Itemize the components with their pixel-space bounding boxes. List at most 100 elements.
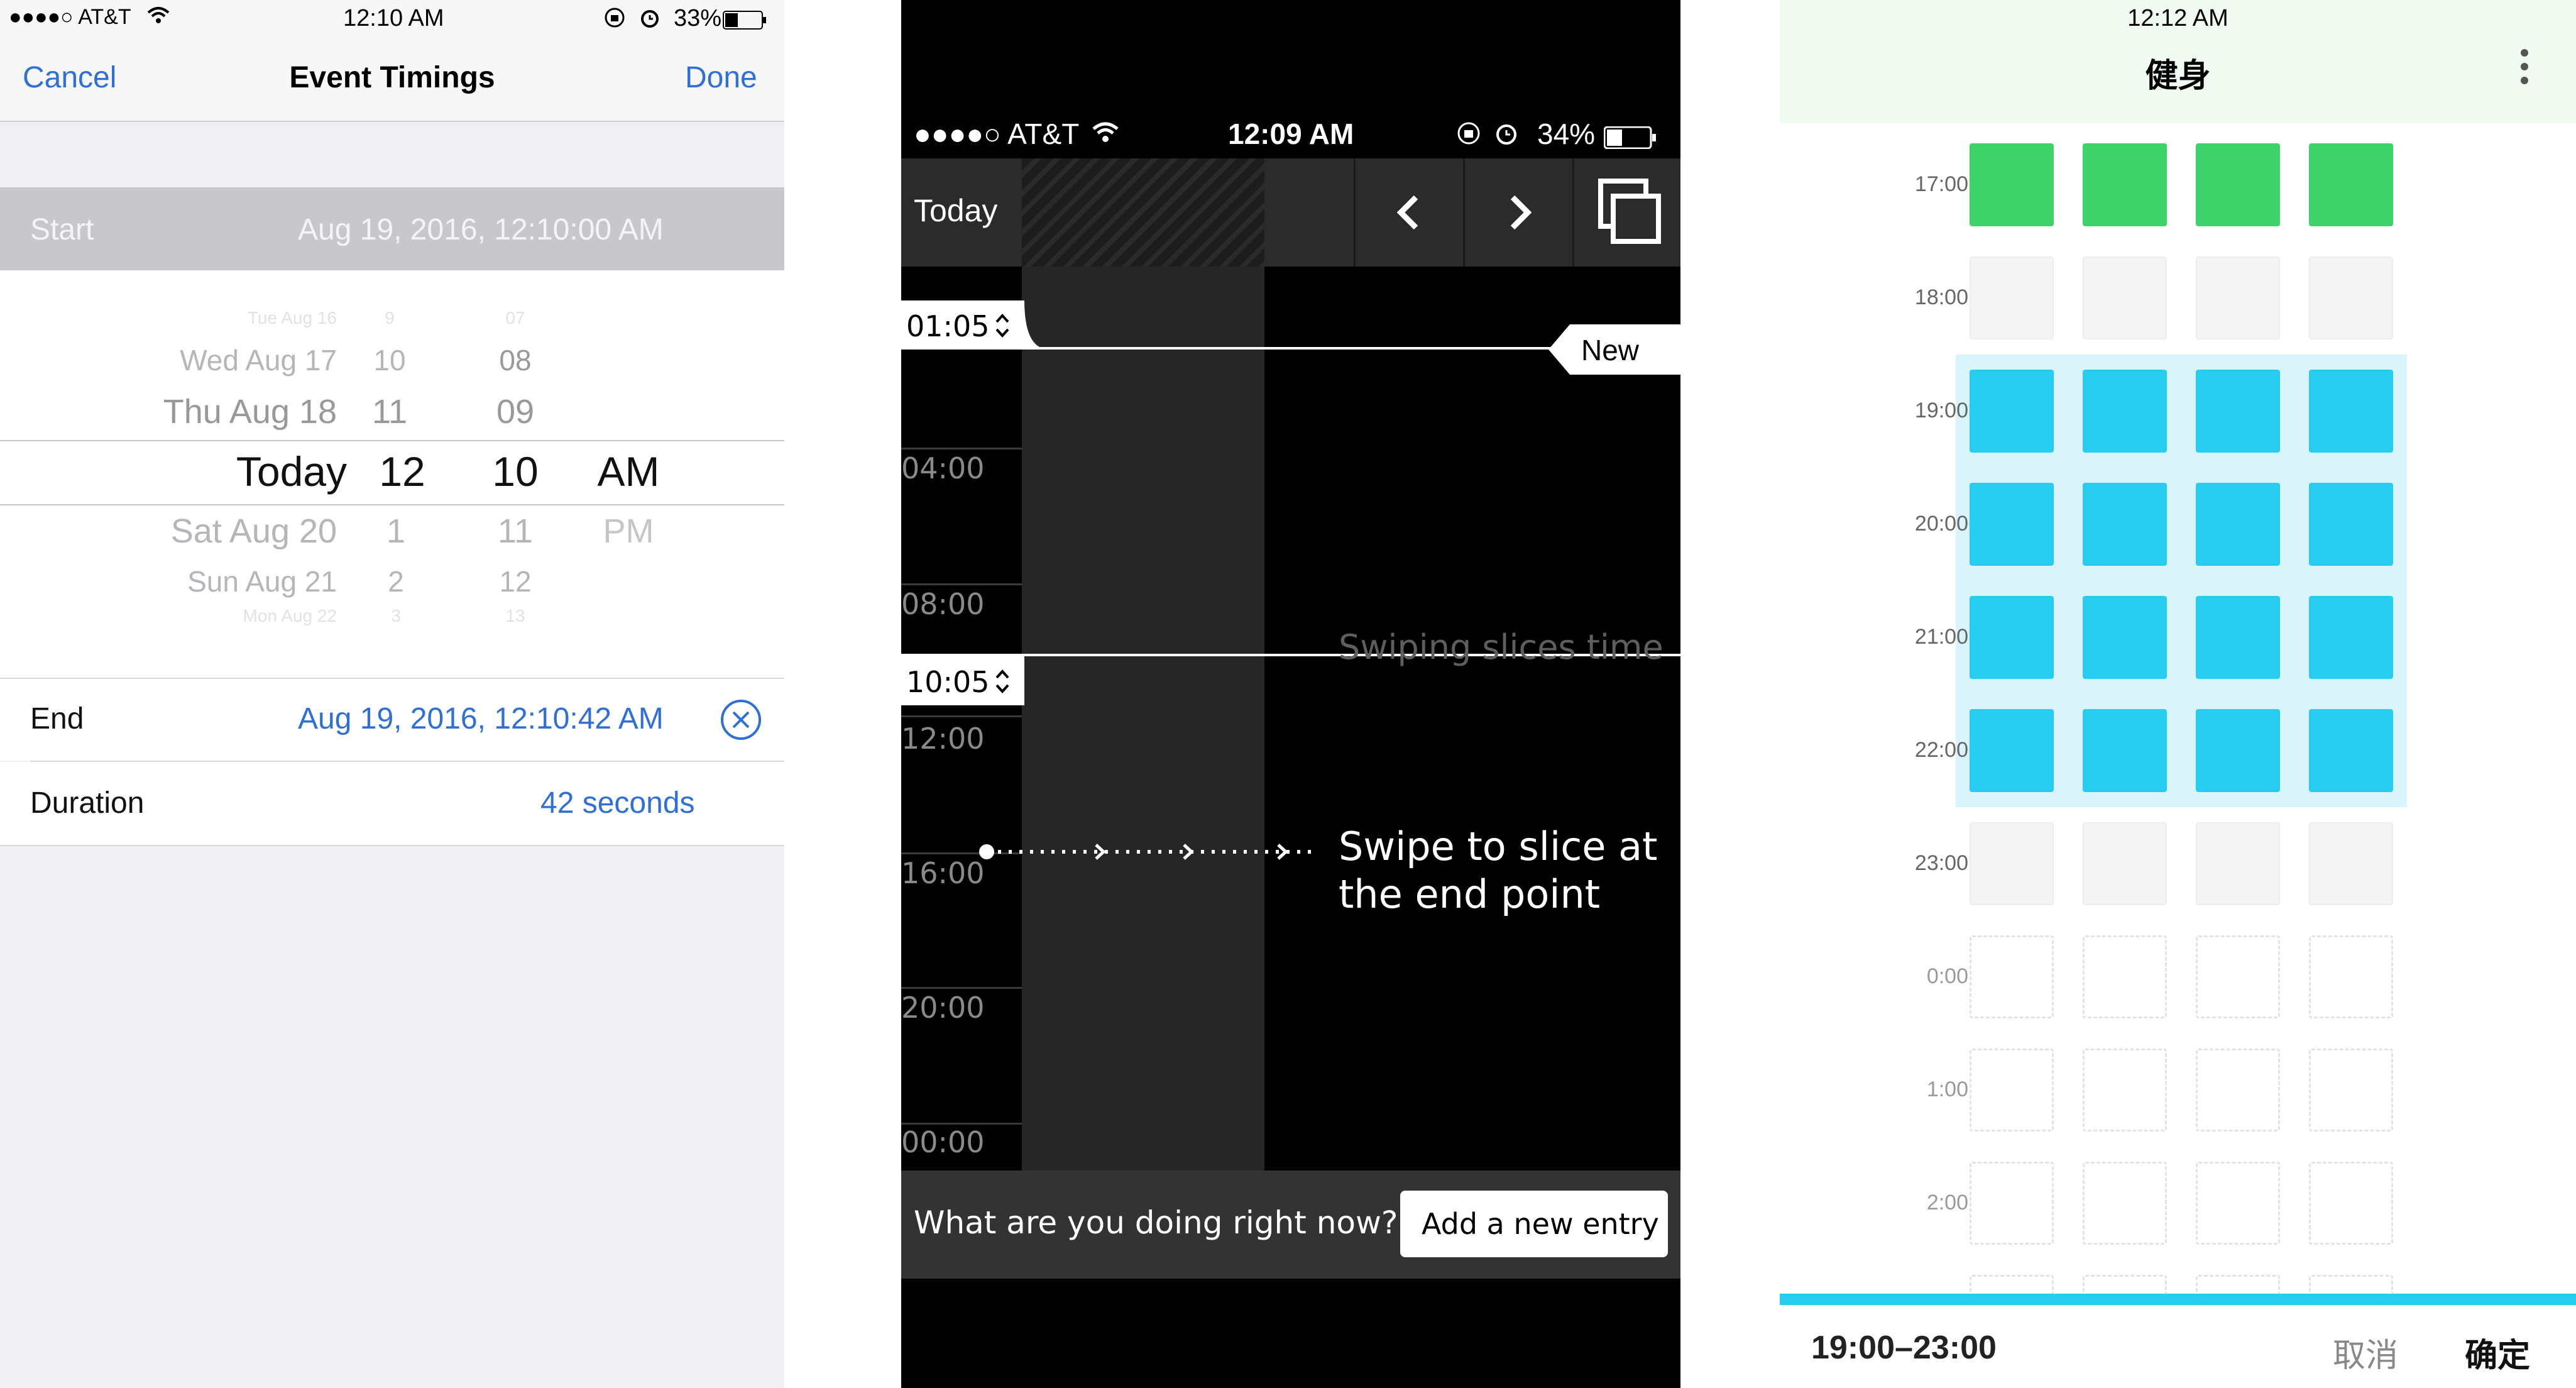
hour-gridline bbox=[901, 715, 1022, 717]
battery-percent: 34% bbox=[1537, 118, 1596, 150]
picker-hour-option[interactable]: 1 bbox=[352, 512, 440, 551]
start-value: Aug 19, 2016, 12:10:00 AM bbox=[298, 213, 664, 246]
picker-minute-option[interactable]: 11 bbox=[478, 512, 553, 551]
time-slot-future[interactable] bbox=[2196, 1162, 2280, 1245]
time-slot-selected[interactable] bbox=[2196, 709, 2280, 792]
hour-gridline bbox=[901, 448, 1022, 449]
picker-hour-option[interactable]: 11 bbox=[352, 392, 427, 431]
time-slot-empty[interactable] bbox=[1970, 256, 2054, 339]
time-slot-future[interactable] bbox=[2309, 1162, 2393, 1245]
time-slot-selected[interactable] bbox=[2196, 483, 2280, 566]
new-tag-label: New bbox=[1581, 334, 1640, 366]
time-slot-selected[interactable] bbox=[2083, 709, 2167, 792]
picker-day-option[interactable]: Mon Aug 22 bbox=[88, 606, 337, 626]
time-slicing-screen: ●●●●○ AT&T 12:09 AM 34% Today 04:00 08:0… bbox=[901, 0, 1680, 1388]
time-slot-empty[interactable] bbox=[2309, 256, 2393, 339]
date-time-picker[interactable]: Tue Aug 16 Wed Aug 17 Thu Aug 18 Today S… bbox=[0, 270, 784, 678]
stepper-icon bbox=[995, 669, 1009, 693]
slice-time-top[interactable]: 01:05 bbox=[901, 300, 1024, 350]
picker-day-option[interactable]: Sat Aug 20 bbox=[88, 512, 337, 551]
time-slot-future[interactable] bbox=[1970, 1049, 2054, 1132]
time-slot-selected[interactable] bbox=[2309, 709, 2393, 792]
picker-minute-selected[interactable]: 10 bbox=[471, 448, 559, 495]
time-slot-future[interactable] bbox=[2083, 935, 2167, 1018]
timeline-column[interactable] bbox=[1022, 344, 1264, 1124]
picker-hour-option[interactable]: 9 bbox=[352, 308, 427, 328]
time-slot-selected[interactable] bbox=[2083, 370, 2167, 453]
time-slot-empty[interactable] bbox=[2083, 822, 2167, 905]
next-button[interactable] bbox=[1463, 158, 1573, 267]
picker-day-option[interactable]: Wed Aug 17 bbox=[88, 343, 337, 377]
time-slot-future[interactable] bbox=[2083, 1049, 2167, 1132]
time-slot-empty[interactable] bbox=[1970, 822, 2054, 905]
time-slot-done[interactable] bbox=[2196, 143, 2280, 226]
time-slot-selected[interactable] bbox=[1970, 370, 2054, 453]
today-button[interactable]: Today bbox=[914, 192, 997, 229]
time-slot-selected[interactable] bbox=[2196, 370, 2280, 453]
picker-ampm-selected[interactable]: AM bbox=[578, 448, 679, 495]
done-button[interactable]: Done bbox=[685, 60, 757, 95]
time-slot-future[interactable] bbox=[2309, 935, 2393, 1018]
time-slot-empty[interactable] bbox=[2309, 822, 2393, 905]
picker-hour-selected[interactable]: 12 bbox=[352, 448, 452, 495]
hour-label: 1:00 bbox=[1926, 1077, 1968, 1101]
picker-minute-option[interactable]: 09 bbox=[478, 392, 553, 431]
picker-minute-option[interactable]: 12 bbox=[478, 565, 553, 598]
time-slot-empty[interactable] bbox=[2196, 256, 2280, 339]
swipe-arrow-icon bbox=[979, 844, 1316, 860]
toolbar-column-marker bbox=[1022, 158, 1264, 267]
wifi-icon bbox=[146, 5, 171, 32]
time-slot-selected[interactable] bbox=[2083, 483, 2167, 566]
time-slot-empty[interactable] bbox=[2083, 256, 2167, 339]
time-slot-selected[interactable] bbox=[1970, 709, 2054, 792]
picker-minute-option[interactable]: 08 bbox=[478, 343, 553, 377]
confirm-button[interactable]: 确定 bbox=[2465, 1329, 2530, 1376]
time-slot-selected[interactable] bbox=[2083, 596, 2167, 679]
picker-day-option[interactable]: Tue Aug 16 bbox=[88, 308, 337, 328]
hour-label: 20:00 bbox=[1914, 512, 1968, 536]
start-row[interactable]: Start Aug 19, 2016, 12:10:00 AM bbox=[0, 187, 784, 270]
page-title: Event Timings bbox=[289, 61, 495, 94]
slice-time-mid[interactable]: 10:05 bbox=[901, 656, 1024, 705]
picker-day-option[interactable]: Thu Aug 18 bbox=[88, 392, 337, 431]
picker-minute-option[interactable]: 13 bbox=[478, 606, 553, 626]
duration-label: Duration bbox=[30, 786, 145, 820]
picker-hour-option[interactable]: 10 bbox=[352, 343, 427, 377]
add-entry-button[interactable]: Add a new entry bbox=[1400, 1191, 1668, 1257]
time-slot-future[interactable] bbox=[2083, 1162, 2167, 1245]
picker-day-option[interactable]: Sun Aug 21 bbox=[88, 565, 337, 598]
time-slot-future[interactable] bbox=[2196, 1049, 2280, 1132]
time-slot-selected[interactable] bbox=[1970, 483, 2054, 566]
hour-label: 22:00 bbox=[1914, 738, 1968, 762]
alarm-icon bbox=[1493, 119, 1520, 153]
picker-hour-option[interactable]: 3 bbox=[352, 606, 440, 626]
battery-icon bbox=[723, 9, 768, 36]
time-slot-future[interactable] bbox=[1970, 935, 2054, 1018]
duration-row: Duration 42 seconds bbox=[0, 762, 784, 845]
picker-day-selected[interactable]: Today bbox=[88, 448, 347, 495]
time-slot-selected[interactable] bbox=[2309, 370, 2393, 453]
picker-hour-option[interactable]: 2 bbox=[352, 565, 440, 598]
time-slot-done[interactable] bbox=[1970, 143, 2054, 226]
duplicate-button[interactable] bbox=[1572, 158, 1680, 267]
previous-button[interactable] bbox=[1354, 158, 1464, 267]
time-slot-done[interactable] bbox=[2309, 143, 2393, 226]
time-slot-selected[interactable] bbox=[1970, 596, 2054, 679]
cancel-button[interactable]: 取消 bbox=[2333, 1329, 2398, 1376]
time-slot-selected[interactable] bbox=[2196, 596, 2280, 679]
time-slot-future[interactable] bbox=[2309, 1049, 2393, 1132]
time-slot-empty[interactable] bbox=[2196, 822, 2280, 905]
time-slot-selected[interactable] bbox=[2309, 596, 2393, 679]
clear-end-icon[interactable] bbox=[720, 699, 762, 744]
picker-minute-option[interactable]: 07 bbox=[478, 308, 553, 328]
time-slot-future[interactable] bbox=[1970, 1162, 2054, 1245]
end-row[interactable]: End Aug 19, 2016, 12:10:42 AM bbox=[0, 678, 784, 761]
time-slot-done[interactable] bbox=[2083, 143, 2167, 226]
time-slot-selected[interactable] bbox=[2309, 483, 2393, 566]
picker-selection-top-line bbox=[0, 440, 784, 441]
time-slot-future[interactable] bbox=[2196, 935, 2280, 1018]
hour-label: 21:00 bbox=[1914, 625, 1968, 649]
cancel-button[interactable]: Cancel bbox=[23, 60, 116, 95]
time-grid[interactable]: 17:00 18:00 19:00 20:00 21:00 22:00 23:00 0:00 1… bbox=[1780, 0, 2576, 1300]
picker-ampm-option[interactable]: PM bbox=[578, 512, 679, 551]
